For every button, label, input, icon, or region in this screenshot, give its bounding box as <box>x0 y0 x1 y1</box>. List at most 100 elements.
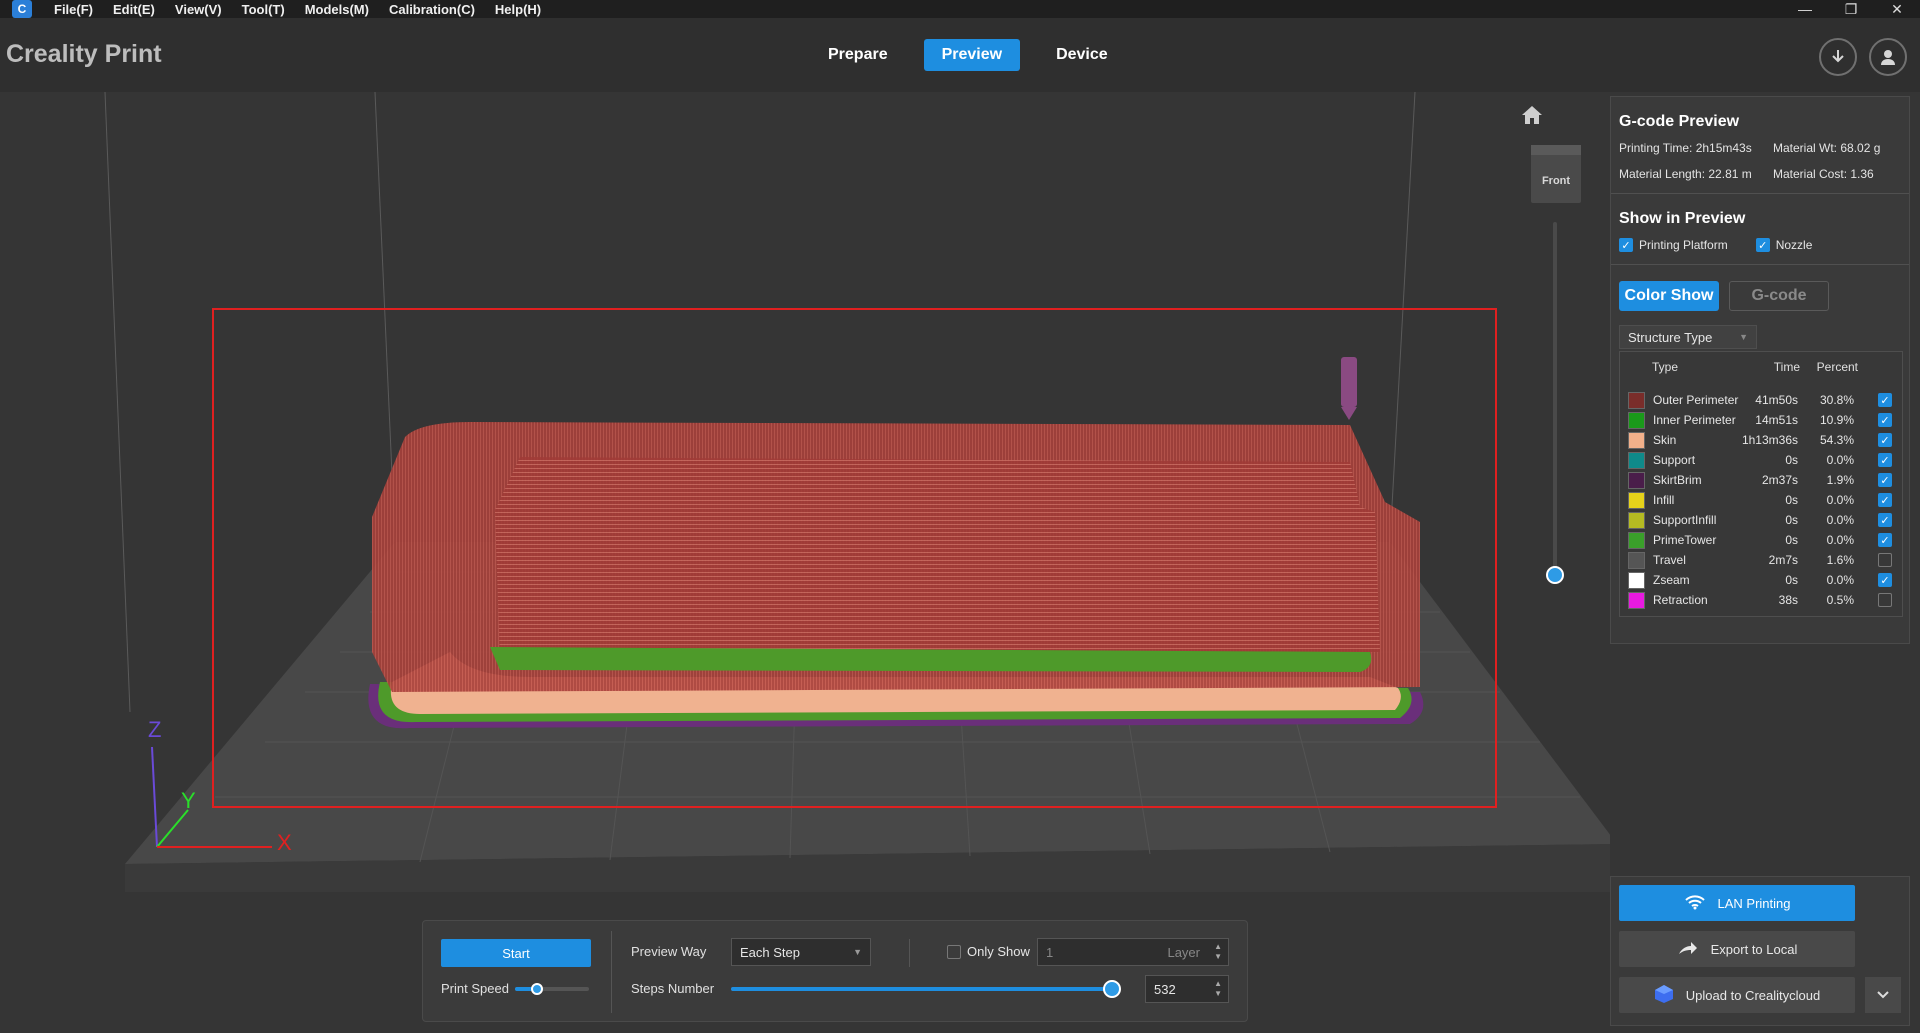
user-icon[interactable] <box>1869 38 1907 76</box>
header: Creality Print Prepare Preview Device <box>0 18 1920 92</box>
color-swatch[interactable] <box>1628 491 1645 509</box>
structure-visibility-checkbox[interactable]: ✓ <box>1878 573 1892 587</box>
restore-button[interactable]: ❐ <box>1828 0 1874 18</box>
structure-visibility-checkbox[interactable]: ✓ <box>1878 413 1892 427</box>
structure-percent-cell: 0.0% <box>1826 513 1854 527</box>
tab-preview[interactable]: Preview <box>923 39 1021 71</box>
spinner-arrows-icon[interactable]: ▲ ▼ <box>1214 942 1222 962</box>
menu-file[interactable]: File(F) <box>54 2 93 17</box>
structure-type-select[interactable]: Structure Type ▼ <box>1619 325 1757 349</box>
chevron-down-icon: ▼ <box>853 947 862 957</box>
structure-row: Infill 0s 0.0% ✓ <box>1628 490 1894 510</box>
color-show-button[interactable]: Color Show <box>1619 281 1719 311</box>
menu-edit[interactable]: Edit(E) <box>113 2 155 17</box>
start-button[interactable]: Start <box>441 939 591 967</box>
structure-visibility-checkbox[interactable]: ✓ <box>1878 533 1892 547</box>
structure-time-cell: 0s <box>1785 513 1798 527</box>
view-cube[interactable]: Front <box>1531 145 1581 203</box>
structure-visibility-checkbox[interactable]: ✓ <box>1878 493 1892 507</box>
layer-input[interactable]: 1 Layer ▲ ▼ <box>1037 938 1229 966</box>
print-speed-label: Print Speed <box>441 981 509 996</box>
color-swatch[interactable] <box>1628 451 1645 469</box>
table-header: Type Time Percent <box>1628 360 1894 374</box>
checkmark-icon[interactable]: ✓ <box>1619 238 1633 252</box>
creality-logo-icon: C <box>12 0 32 18</box>
color-swatch[interactable] <box>1628 531 1645 549</box>
divider <box>611 931 612 1013</box>
download-icon[interactable] <box>1819 38 1857 76</box>
printing-platform-checkbox[interactable]: ✓ Printing Platform <box>1619 238 1728 252</box>
nozzle-checkbox[interactable]: ✓ Nozzle <box>1755 238 1812 252</box>
structure-visibility-checkbox[interactable] <box>1878 553 1892 567</box>
menu-view[interactable]: View(V) <box>175 2 222 17</box>
checkmark-icon[interactable]: ✓ <box>1755 238 1770 252</box>
structure-row: PrimeTower 0s 0.0% ✓ <box>1628 530 1894 550</box>
export-to-local-button[interactable]: Export to Local <box>1619 931 1855 967</box>
preview-way-select[interactable]: Each Step ▼ <box>731 938 871 966</box>
menu-models[interactable]: Models(M) <box>305 2 369 17</box>
export-panel: LAN Printing Export to Local Upload to C… <box>1610 876 1910 1026</box>
home-icon[interactable] <box>1520 104 1544 126</box>
color-swatch[interactable] <box>1628 471 1645 489</box>
structure-visibility-checkbox[interactable]: ✓ <box>1878 393 1892 407</box>
tab-device[interactable]: Device <box>1038 39 1126 71</box>
material-length: Material Length: 22.81 m <box>1619 167 1752 181</box>
structure-row: Retraction 38s 0.5% <box>1628 590 1894 610</box>
color-swatch[interactable] <box>1628 511 1645 529</box>
upload-crealitycloud-button[interactable]: Upload to Crealitycloud <box>1619 977 1855 1013</box>
structure-row: Inner Perimeter 14m51s 10.9% ✓ <box>1628 410 1894 430</box>
structure-time-cell: 0s <box>1785 453 1798 467</box>
share-arrow-icon <box>1677 940 1699 959</box>
app-title: Creality Print <box>6 40 162 68</box>
minimize-button[interactable]: — <box>1782 0 1828 18</box>
color-swatch[interactable] <box>1628 551 1645 569</box>
layer-slider-track[interactable] <box>1553 222 1557 572</box>
color-swatch[interactable] <box>1628 571 1645 589</box>
structure-visibility-checkbox[interactable]: ✓ <box>1878 513 1892 527</box>
gcode-button[interactable]: G-code <box>1729 281 1829 311</box>
structure-time-cell: 1h13m36s <box>1741 433 1798 447</box>
menu-tool[interactable]: Tool(T) <box>242 2 285 17</box>
color-swatch[interactable] <box>1628 391 1645 409</box>
structure-visibility-checkbox[interactable] <box>1878 593 1892 607</box>
header-type: Type <box>1652 360 1679 374</box>
structure-percent-cell: 0.0% <box>1826 493 1854 507</box>
menu-calibration[interactable]: Calibration(C) <box>389 2 475 17</box>
structure-row: Zseam 0s 0.0% ✓ <box>1628 570 1894 590</box>
spinner-arrows-icon[interactable]: ▲ ▼ <box>1214 979 1222 999</box>
color-swatch[interactable] <box>1628 411 1645 429</box>
steps-input[interactable]: 532 ▲ ▼ <box>1145 975 1229 1003</box>
preview-way-label: Preview Way <box>631 944 707 959</box>
structure-type-cell: Infill <box>1653 493 1675 507</box>
3d-viewport[interactable]: Z Y X Front <box>0 92 1610 1033</box>
only-show-checkbox[interactable]: Only Show <box>947 944 1030 959</box>
chevron-down-icon[interactable] <box>1865 977 1901 1013</box>
mode-tabs: Prepare Preview Device <box>810 39 1126 71</box>
menu-help[interactable]: Help(H) <box>495 2 541 17</box>
view-cube-front[interactable]: Front <box>1531 175 1581 187</box>
layer-value: 1 <box>1046 944 1054 960</box>
structure-visibility-checkbox[interactable]: ✓ <box>1878 473 1892 487</box>
layer-slider-handle[interactable] <box>1546 566 1564 584</box>
checkbox-empty-icon[interactable] <box>947 944 961 959</box>
structure-time-cell: 14m51s <box>1755 413 1798 427</box>
structure-type-cell: SkirtBrim <box>1653 473 1702 487</box>
nozzle <box>1341 357 1357 407</box>
color-swatch[interactable] <box>1628 591 1645 609</box>
close-button[interactable]: ✕ <box>1874 0 1920 18</box>
tab-prepare[interactable]: Prepare <box>810 39 906 71</box>
structure-type-cell: Skin <box>1653 433 1677 447</box>
cloud-cube-icon <box>1654 984 1674 1007</box>
structure-percent-cell: 0.5% <box>1826 593 1854 607</box>
structure-type-cell: Travel <box>1653 553 1686 567</box>
structure-visibility-checkbox[interactable]: ✓ <box>1878 453 1892 467</box>
steps-fill <box>731 987 1112 991</box>
steps-handle[interactable] <box>1103 980 1121 998</box>
color-swatch[interactable] <box>1628 431 1645 449</box>
structure-row: Outer Perimeter 41m50s 30.8% ✓ <box>1628 390 1894 410</box>
gcode-preview-panel: G-code Preview Printing Time: 2h15m43s M… <box>1610 96 1910 644</box>
structure-visibility-checkbox[interactable]: ✓ <box>1878 433 1892 447</box>
lan-printing-button[interactable]: LAN Printing <box>1619 885 1855 921</box>
view-cube-top[interactable] <box>1531 145 1581 155</box>
print-speed-handle[interactable] <box>531 983 544 995</box>
